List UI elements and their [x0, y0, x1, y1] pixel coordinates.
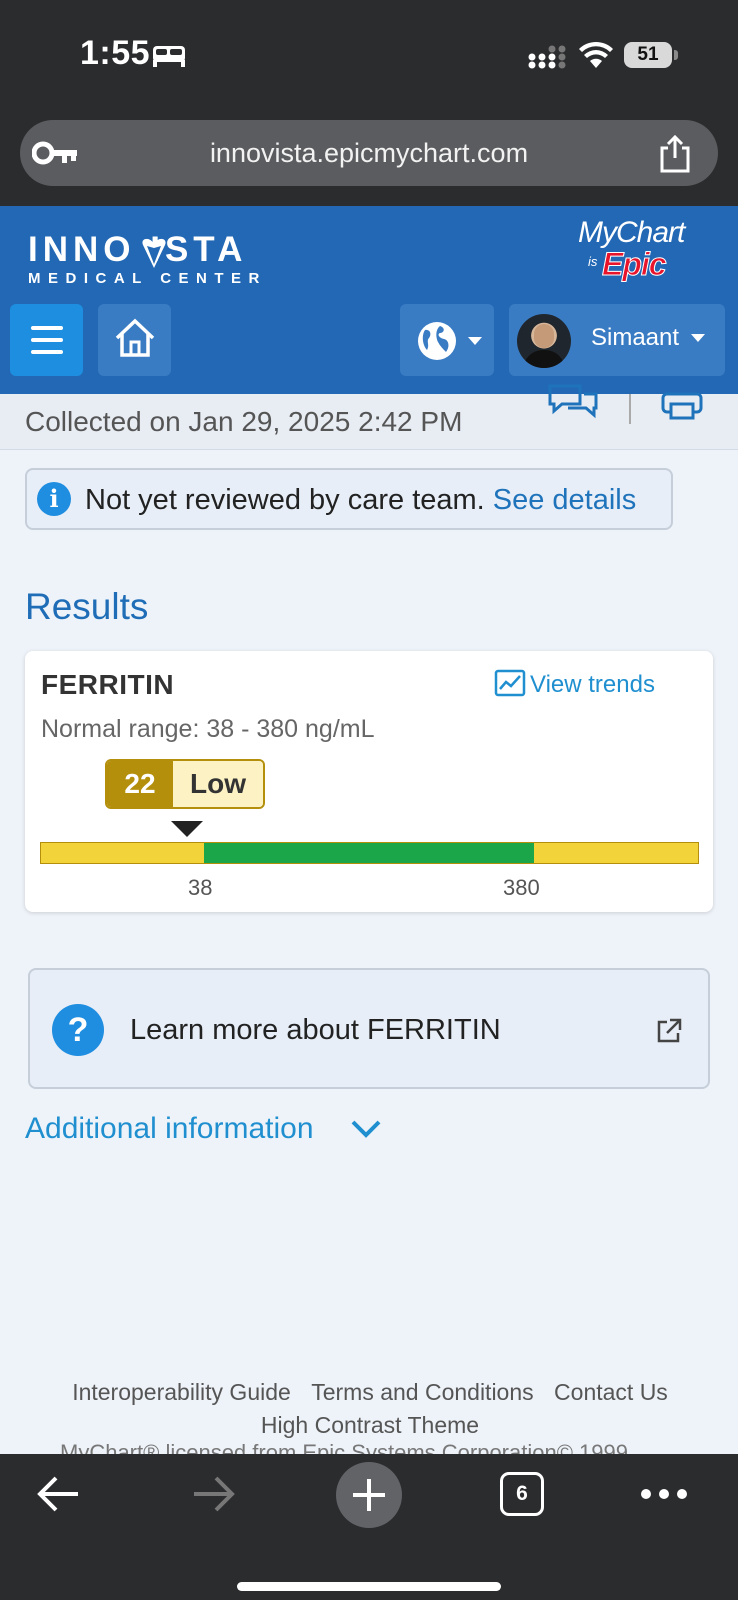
logo-heart-v-icon: [142, 238, 166, 268]
result-flag: Low: [173, 761, 263, 807]
share-icon[interactable]: [656, 134, 694, 174]
learn-more-card[interactable]: ? Learn more about FERRITIN: [28, 968, 710, 1089]
main-menu-button[interactable]: [10, 304, 83, 376]
notice-text-wrap: Not yet reviewed by care team. See detail…: [85, 484, 636, 517]
wifi-icon: [579, 41, 613, 68]
range-low-label: 38: [188, 875, 213, 900]
browser-bottom-bar: 6: [0, 1454, 738, 1600]
more-options-icon[interactable]: [640, 1488, 688, 1500]
toolbar-divider: [629, 394, 631, 424]
url-bar[interactable]: innovista.epicmychart.com: [20, 120, 718, 186]
home-button[interactable]: [98, 304, 171, 376]
result-marker: [171, 821, 203, 837]
footer-link-interoperability[interactable]: Interoperability Guide: [72, 1379, 291, 1405]
user-menu-button[interactable]: Simaant: [509, 304, 725, 376]
view-trends-label: View trends: [530, 671, 655, 698]
view-trends-link[interactable]: View trends: [494, 669, 655, 699]
print-icon[interactable]: [660, 386, 704, 422]
plus-icon: [353, 1479, 385, 1511]
notice-text: Not yet reviewed by care team.: [85, 484, 485, 516]
message-care-team-icon[interactable]: [546, 384, 600, 424]
chevron-down-icon: [351, 1120, 381, 1138]
mychart-is-label: is: [588, 254, 598, 269]
result-card: FERRITIN View trends Normal range: 38 - …: [25, 651, 713, 912]
footer-link-contact[interactable]: Contact Us: [554, 1379, 668, 1405]
battery-indicator: 51: [624, 42, 672, 68]
trend-chart-icon: [494, 669, 526, 697]
learn-more-text: Learn more about FERRITIN: [130, 1014, 501, 1046]
app-header: INNO ISTA MEDICAL CENTER MyChart is Epic: [0, 206, 738, 394]
range-segment-normal: [204, 843, 534, 863]
question-icon: ?: [52, 1004, 104, 1056]
status-bar: 1:55 51: [0, 0, 738, 110]
status-time: 1:55: [80, 34, 151, 72]
test-name: FERRITIN: [41, 669, 175, 700]
range-high-label: 380: [503, 875, 540, 900]
collected-date: Collected on Jan 29, 2025 2:42 PM: [25, 406, 463, 437]
tabs-button[interactable]: 6: [500, 1472, 544, 1516]
avatar: [517, 314, 571, 368]
forward-arrow-icon[interactable]: [190, 1474, 236, 1514]
footer-link-terms[interactable]: Terms and Conditions: [311, 1379, 533, 1405]
additional-information-label: Additional information: [25, 1112, 314, 1145]
home-icon: [115, 318, 155, 357]
home-indicator: [237, 1582, 501, 1591]
footer-link-high-contrast[interactable]: High Contrast Theme: [261, 1412, 479, 1438]
language-button[interactable]: [400, 304, 494, 376]
cellular-signal-icon: [528, 45, 566, 69]
user-caret-icon: [691, 334, 705, 342]
results-heading: Results: [25, 586, 149, 627]
normal-range: Normal range: 38 - 380 ng/mL: [41, 715, 375, 743]
epic-label: Epic: [602, 246, 668, 283]
sleep-focus-icon: [153, 46, 185, 67]
review-notice: i Not yet reviewed by care team. See deta…: [25, 468, 673, 530]
user-name: Simaant: [591, 324, 680, 351]
info-icon: i: [37, 482, 71, 516]
range-segment-low: [41, 843, 204, 863]
see-details-link[interactable]: See details: [493, 484, 637, 516]
result-value: 22: [107, 761, 173, 807]
language-caret-icon: [468, 337, 482, 345]
result-value-badge: 22 Low: [105, 759, 265, 809]
url-text[interactable]: innovista.epicmychart.com: [20, 138, 718, 169]
range-bar: [40, 842, 699, 864]
footer-links: Interoperability Guide Terms and Conditi…: [40, 1376, 700, 1442]
browser-top-bar: innovista.epicmychart.com: [0, 110, 738, 206]
mychart-epic-logo: MyChart is Epic: [578, 216, 698, 286]
battery-tip: [674, 50, 678, 60]
mychart-label: MyChart: [578, 216, 685, 249]
new-tab-button[interactable]: [336, 1462, 402, 1528]
back-arrow-icon[interactable]: [36, 1474, 82, 1514]
collected-bar: Collected on Jan 29, 2025 2:42 PM: [0, 384, 738, 450]
logo-sub-text: MEDICAL CENTER: [28, 270, 267, 287]
range-segment-high: [534, 843, 698, 863]
external-link-icon: [657, 1018, 682, 1043]
hamburger-icon: [31, 326, 63, 354]
globe-icon: [418, 322, 456, 360]
additional-information-toggle[interactable]: Additional information: [25, 1112, 381, 1146]
